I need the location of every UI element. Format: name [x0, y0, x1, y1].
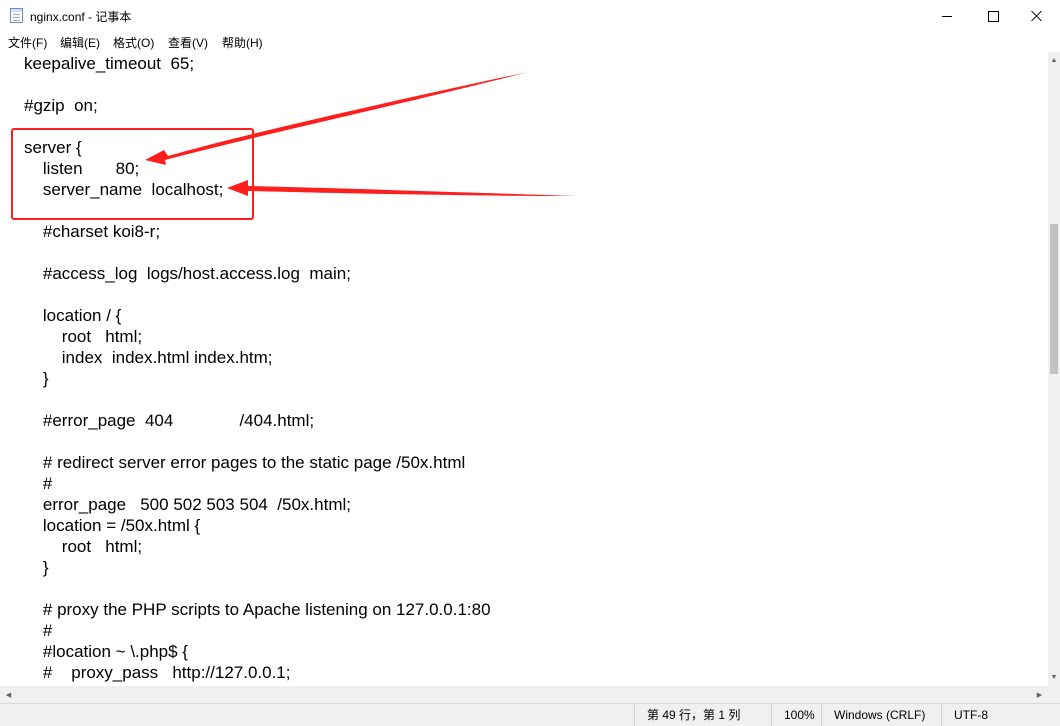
arrow-to-listen [145, 72, 528, 165]
scroll-right-icon[interactable]: ▶ [1031, 686, 1048, 703]
status-line-ending: Windows (CRLF) [821, 704, 941, 726]
scroll-left-icon[interactable]: ◀ [0, 686, 17, 703]
status-encoding: UTF-8 [941, 704, 1060, 726]
horizontal-scrollbar[interactable]: ◀ ▶ [0, 686, 1048, 703]
vertical-scroll-thumb[interactable] [1050, 224, 1058, 374]
status-bar: 第 49 行，第 1 列 100% Windows (CRLF) UTF-8 [0, 703, 1060, 726]
annotation-arrows [145, 72, 576, 196]
vertical-scrollbar[interactable]: ▲ ▼ [1048, 52, 1060, 686]
arrow-to-server-name [227, 180, 576, 196]
scroll-up-icon[interactable]: ▲ [1048, 52, 1060, 69]
scroll-down-icon[interactable]: ▼ [1048, 669, 1060, 686]
status-zoom: 100% [771, 704, 821, 726]
status-cursor-position: 第 49 行，第 1 列 [634, 704, 771, 726]
scrollbar-corner [1048, 686, 1060, 703]
